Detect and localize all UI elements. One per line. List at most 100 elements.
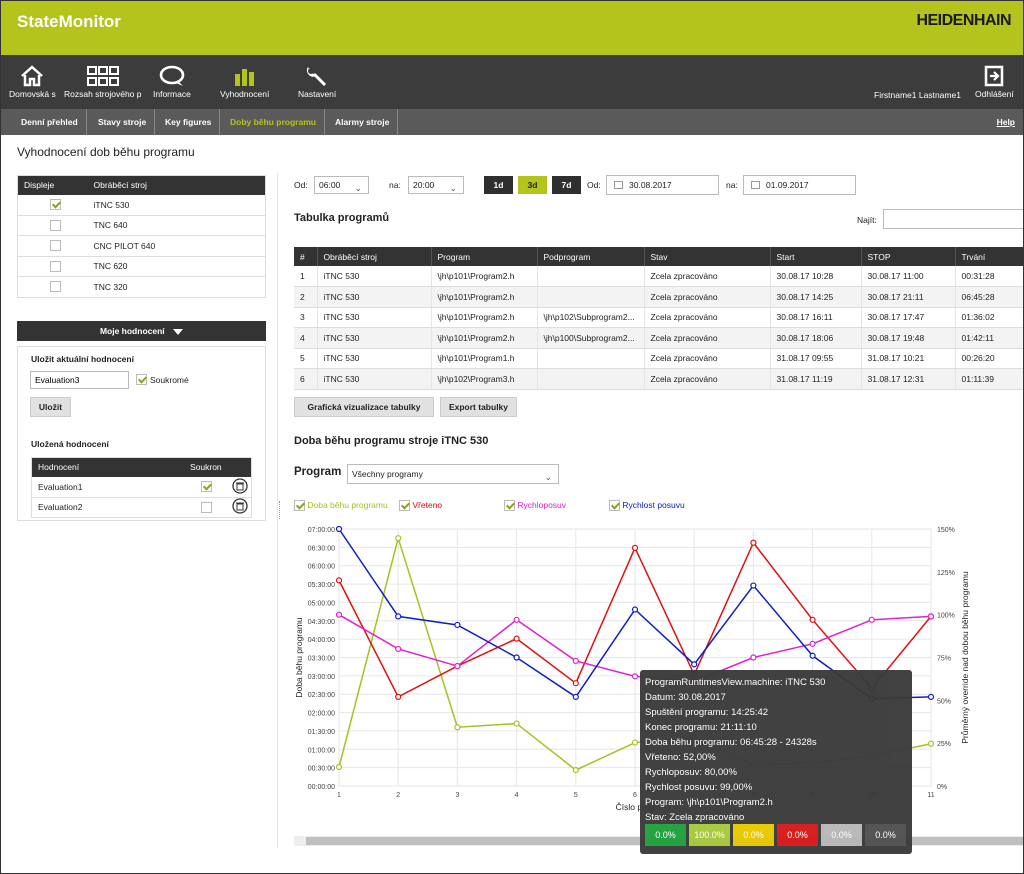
program-filter-select[interactable]: Všechny programy ⌄	[347, 464, 559, 484]
tooltip-line: Program: \jh\p101\Program2.h	[645, 797, 773, 808]
search-input[interactable]	[883, 209, 1023, 229]
time-from-label: Od:	[294, 180, 308, 190]
tab-machine-alarms[interactable]: Alarmy stroje	[327, 109, 399, 135]
time-to-select[interactable]: 20:00 ⌄	[408, 176, 464, 194]
tab-key-figures[interactable]: Key figures	[157, 109, 221, 135]
row-start: 31.08.17 11:19	[770, 368, 862, 390]
data-point	[335, 577, 343, 584]
table-row[interactable]: Evaluation1	[31, 476, 252, 498]
search-label: Najít:	[857, 215, 877, 225]
data-point	[750, 654, 757, 661]
wrench-icon	[307, 67, 327, 87]
data-point	[750, 582, 757, 589]
save-button[interactable]: Uložit	[30, 397, 71, 417]
data-point	[927, 613, 935, 620]
tab-program-runtimes[interactable]: Doby běhu programu	[222, 109, 325, 135]
export-table-button[interactable]: Export tabulky	[440, 397, 517, 417]
row-stop: 31.08.17 10:21	[861, 348, 956, 369]
legend-checkbox[interactable]	[609, 500, 620, 512]
table-row[interactable]: 5 iTNC 530 \jh\p101\Program1.h Zcela zpraco…	[294, 348, 1023, 369]
legend-item-feed[interactable]: Rychlost posuvu	[609, 500, 685, 512]
nav-logout[interactable]: Odhlášení	[975, 65, 1014, 99]
time-from-select[interactable]: 06:00 ⌄	[314, 176, 369, 194]
table-row[interactable]: 4 iTNC 530 \jh\p101\Program2.h \jh\p100\Sub…	[294, 327, 1023, 349]
row-machine: iTNC 530	[317, 286, 432, 308]
display-checkbox[interactable]	[50, 199, 61, 211]
program-filter-value: Všechny programy	[352, 469, 423, 479]
nav-machines[interactable]: Rozsah strojového p	[64, 65, 142, 99]
legend-item-rapid[interactable]: Rychloposuv	[504, 500, 566, 512]
legend-checkbox[interactable]	[399, 500, 410, 512]
range-7d-button[interactable]: 7d	[552, 176, 581, 194]
table-row[interactable]: iTNC 530	[17, 194, 266, 216]
range-1d-button[interactable]: 1d	[484, 176, 513, 194]
row-start: 30.08.17 14:25	[770, 286, 862, 308]
nav-settings[interactable]: Nastavení	[298, 65, 336, 99]
date-from-input[interactable]: 30.08.2017	[606, 175, 719, 195]
sub-nav: Denní přehled Stavy stroje Key figures D…	[1, 109, 1023, 135]
row-program: \jh\p101\Program2.h	[431, 266, 538, 287]
legend-item-spindle[interactable]: Vřeteno	[399, 500, 442, 512]
legend-label: Rychlost posuvu	[622, 500, 685, 510]
legend-item-runtime[interactable]: Doba běhu programu	[294, 500, 388, 512]
delete-icon[interactable]	[232, 477, 248, 494]
table-row[interactable]: 1 iTNC 530 \jh\p101\Program2.h Zcela zpraco…	[294, 266, 1023, 287]
col-stop: STOP	[861, 247, 956, 266]
table-row[interactable]: TNC 640	[17, 215, 266, 236]
time-to-label: na:	[389, 180, 401, 190]
private-checkbox[interactable]	[136, 374, 147, 385]
table-row[interactable]: 3 iTNC 530 \jh\p101\Program2.h \jh\p102\Sub…	[294, 307, 1023, 328]
row-start: 30.08.17 10:28	[770, 266, 862, 287]
program-table-title: Tabulka programů	[294, 212, 390, 224]
time-from-value: 06:00	[319, 180, 341, 190]
table-row[interactable]: TNC 320	[17, 276, 266, 298]
delete-icon[interactable]	[232, 498, 248, 514]
graphic-visualization-button[interactable]: Grafická vizualizace tabulky	[294, 397, 434, 417]
calendar-icon	[751, 181, 760, 189]
table-row[interactable]: Evaluation2	[31, 497, 252, 518]
eval-private-checkbox[interactable]	[201, 481, 212, 493]
display-checkbox[interactable]	[50, 240, 61, 252]
my-evaluations-toggle[interactable]: Moje hodnocení	[17, 321, 266, 341]
y-tick-label: 03:00:00	[308, 674, 335, 681]
nav-home[interactable]: Domovská s	[9, 65, 56, 99]
tooltip-chip: 0.0%	[821, 824, 862, 846]
table-row[interactable]: CNC PILOT 640	[17, 235, 266, 257]
row-state: Zcela zpracováno	[644, 327, 771, 349]
row-num: 3	[294, 307, 318, 328]
date-to-input[interactable]: 01.09.2017	[743, 175, 856, 195]
display-checkbox[interactable]	[50, 260, 61, 272]
nav-evaluation[interactable]: Vyhodnocení	[220, 65, 269, 99]
col-num: #	[294, 247, 318, 266]
y-tick-label: 06:30:00	[308, 545, 335, 552]
table-row[interactable]: 2 iTNC 530 \jh\p101\Program2.h Zcela zpraco…	[294, 286, 1023, 308]
eval-name: Evaluation2	[31, 497, 187, 518]
legend-checkbox[interactable]	[504, 500, 515, 512]
tooltip-line: Rychloposuv: 80,00%	[645, 767, 737, 778]
display-checkbox[interactable]	[50, 219, 61, 231]
data-point	[513, 616, 520, 623]
user-name: Firstname1 Lastname1	[874, 90, 961, 100]
x-tick-label: 3	[455, 792, 459, 799]
row-stop: 30.08.17 17:47	[861, 307, 956, 328]
row-stop: 30.08.17 19:48	[861, 327, 956, 349]
tab-daily-overview[interactable]: Denní přehled	[13, 109, 87, 135]
help-link[interactable]: Help	[997, 109, 1015, 135]
row-program: \jh\p101\Program2.h	[431, 307, 538, 328]
nav-info[interactable]: Informace	[153, 65, 191, 99]
resize-handle[interactable]	[279, 501, 281, 519]
machines-table: Displeje Obráběcí stroj iTNC 530 TNC 640…	[17, 175, 266, 298]
table-row[interactable]: 6 iTNC 530 \jh\p102\Program3.h Zcela zpraco…	[294, 368, 1023, 390]
col-state: Stav	[644, 247, 771, 266]
table-row[interactable]: TNC 620	[17, 256, 266, 277]
row-program: \jh\p101\Program1.h	[431, 348, 538, 369]
eval-private-checkbox[interactable]	[201, 501, 212, 513]
display-checkbox[interactable]	[50, 281, 61, 293]
tab-machine-states[interactable]: Stavy stroje	[90, 109, 156, 135]
legend-checkbox[interactable]	[294, 500, 305, 512]
row-program: \jh\p101\Program2.h	[431, 327, 538, 349]
date-from-value: 30.08.2017	[629, 180, 672, 190]
eval-name-input[interactable]	[30, 371, 129, 389]
data-point	[513, 654, 520, 661]
range-3d-button[interactable]: 3d	[518, 176, 547, 194]
